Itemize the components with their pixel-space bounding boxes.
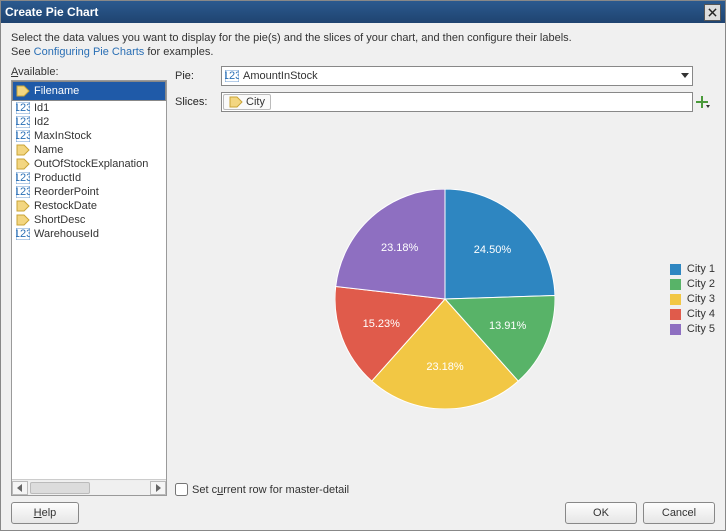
tag-icon — [16, 200, 30, 212]
slice-label: 23.18% — [426, 361, 463, 373]
svg-text:123: 123 — [16, 116, 30, 128]
legend-item: City 5 — [670, 323, 715, 335]
slices-field[interactable]: City — [221, 92, 693, 112]
available-listbox[interactable]: Filename123Id1123Id2123MaxInStockNameOut… — [11, 80, 167, 496]
slice-label: 13.91% — [489, 320, 526, 332]
slice-label: 15.23% — [363, 318, 400, 330]
cancel-button[interactable]: Cancel — [643, 502, 715, 524]
number-type-icon: 123 — [16, 228, 30, 240]
svg-text:123: 123 — [16, 130, 30, 142]
number-type-icon: 123 — [16, 172, 30, 184]
plus-icon — [694, 94, 710, 110]
add-slice-button[interactable] — [693, 93, 711, 111]
ok-button[interactable]: OK — [565, 502, 637, 524]
legend-item: City 3 — [670, 293, 715, 305]
list-item[interactable]: 123Id1 — [12, 101, 166, 115]
legend-swatch — [670, 309, 681, 320]
config-link[interactable]: Configuring Pie Charts — [34, 46, 145, 58]
number-type-icon: 123 — [16, 186, 30, 198]
legend-swatch — [670, 264, 681, 275]
slices-chip[interactable]: City — [223, 94, 271, 110]
pie-label: Pie: — [175, 70, 221, 82]
list-item[interactable]: RestockDate — [12, 199, 166, 213]
close-icon — [708, 8, 717, 17]
list-item[interactable]: 123Id2 — [12, 115, 166, 129]
legend-swatch — [670, 324, 681, 335]
pie-value: AmountInStock — [243, 70, 318, 82]
close-button[interactable] — [704, 4, 721, 21]
tag-icon — [229, 96, 243, 108]
list-item[interactable]: OutOfStockExplanation — [12, 157, 166, 171]
number-type-icon: 123 — [225, 70, 239, 82]
scroll-left-button[interactable] — [12, 481, 28, 495]
slices-label: Slices: — [175, 96, 221, 108]
number-type-icon: 123 — [16, 116, 30, 128]
list-item[interactable]: 123ProductId — [12, 171, 166, 185]
list-item[interactable]: 123MaxInStock — [12, 129, 166, 143]
number-type-icon: 123 — [16, 130, 30, 142]
legend-item: City 1 — [670, 263, 715, 275]
tag-icon — [16, 158, 30, 170]
list-hscrollbar[interactable] — [12, 479, 166, 495]
svg-text:123: 123 — [16, 172, 30, 184]
titlebar[interactable]: Create Pie Chart — [1, 1, 725, 23]
legend-swatch — [670, 294, 681, 305]
list-item[interactable]: 123WarehouseId — [12, 227, 166, 241]
chevron-down-icon — [681, 73, 689, 78]
available-label: Available: — [11, 66, 167, 78]
list-item[interactable]: Filename — [12, 81, 166, 101]
slice-label: 24.50% — [474, 244, 511, 256]
scroll-thumb[interactable] — [30, 482, 90, 494]
legend-item: City 2 — [670, 278, 715, 290]
svg-text:123: 123 — [225, 70, 239, 82]
svg-text:123: 123 — [16, 102, 30, 114]
scroll-right-button[interactable] — [150, 481, 166, 495]
list-item[interactable]: 123ReorderPoint — [12, 185, 166, 199]
chart-legend: City 1 City 2 City 3 City 4 City 5 — [670, 260, 715, 338]
dialog-footer: Help OK Cancel — [11, 496, 715, 524]
tag-icon — [16, 85, 30, 97]
list-item[interactable]: Name — [12, 143, 166, 157]
checkbox-input[interactable] — [175, 483, 188, 496]
master-detail-checkbox[interactable]: Set current row for master-detail — [175, 483, 715, 496]
window-title: Create Pie Chart — [5, 5, 98, 19]
legend-item: City 4 — [670, 308, 715, 320]
list-item[interactable]: ShortDesc — [12, 213, 166, 227]
pie-dropdown[interactable]: 123 AmountInStock — [221, 66, 693, 86]
svg-text:123: 123 — [16, 186, 30, 198]
tag-icon — [16, 214, 30, 226]
instruction-text: Select the data values you want to displ… — [11, 31, 715, 60]
number-type-icon: 123 — [16, 102, 30, 114]
svg-text:123: 123 — [16, 228, 30, 240]
help-button[interactable]: Help — [11, 502, 79, 524]
slice-label: 23.18% — [381, 242, 418, 254]
tag-icon — [16, 144, 30, 156]
chart-preview: 24.50%13.91%23.18%15.23%23.18% City 1Cit… — [175, 120, 715, 479]
legend-swatch — [670, 279, 681, 290]
